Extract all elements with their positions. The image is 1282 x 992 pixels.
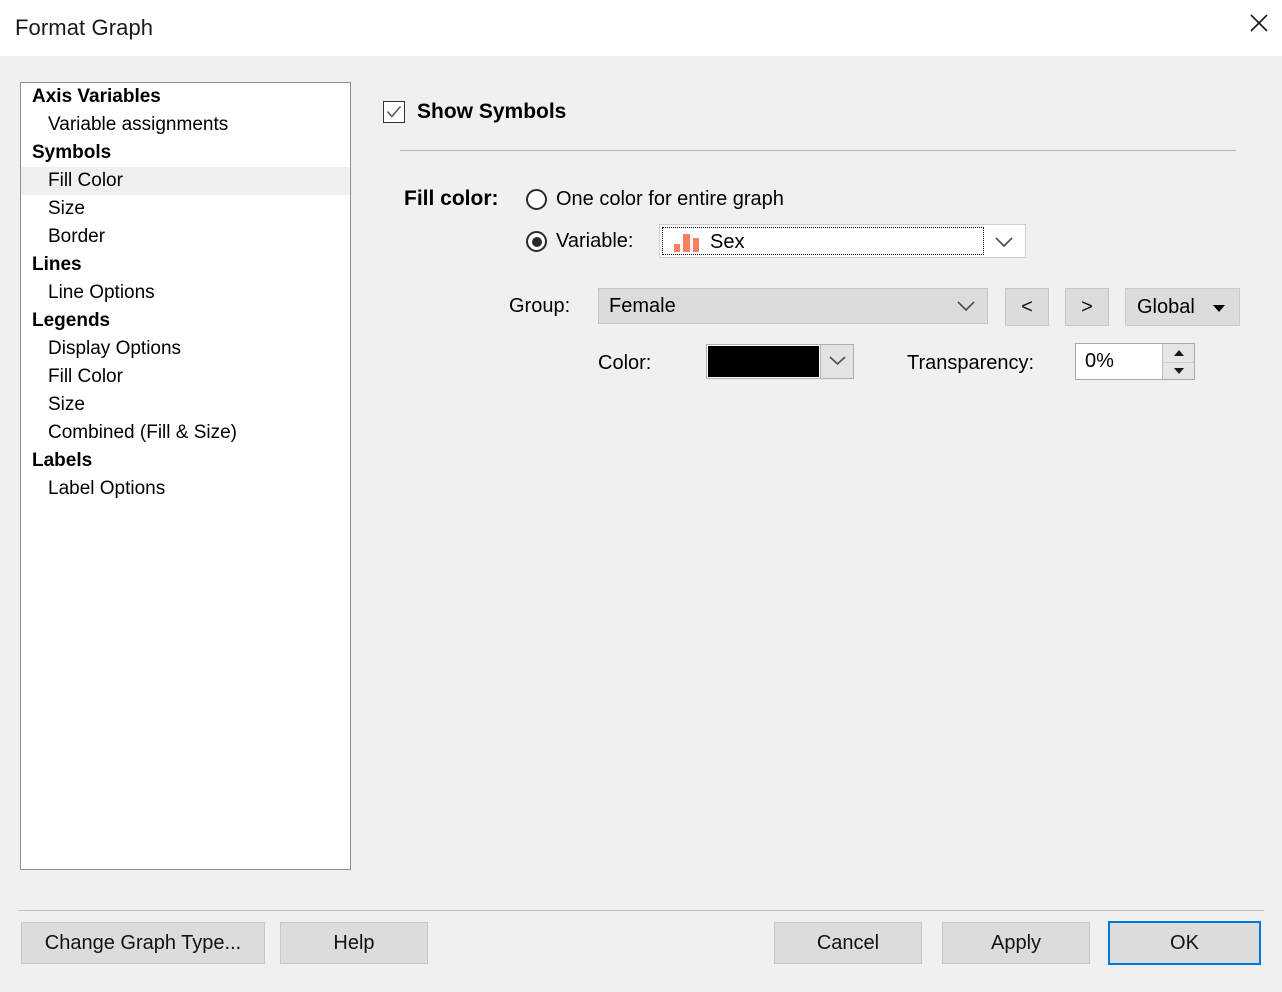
sidebar-item-combined-fill-size[interactable]: Combined (Fill & Size): [21, 419, 350, 447]
transparency-stepper[interactable]: 0%: [1075, 343, 1195, 380]
apply-button[interactable]: Apply: [942, 922, 1090, 964]
stepper-buttons: [1162, 344, 1194, 379]
triangle-down-icon: [1213, 305, 1225, 312]
show-symbols-row[interactable]: Show Symbols: [383, 100, 566, 124]
checkmark-icon: [386, 105, 402, 119]
radio-one-color-label: One color for entire graph: [556, 188, 784, 211]
radio-variable[interactable]: Variable:: [526, 230, 633, 253]
chevron-down-icon[interactable]: [993, 225, 1015, 259]
sidebar-item-border[interactable]: Border: [21, 223, 350, 251]
show-symbols-label: Show Symbols: [417, 100, 566, 124]
scope-dropdown[interactable]: Global: [1125, 288, 1240, 326]
next-group-button[interactable]: >: [1065, 288, 1109, 326]
sidebar-item-labels[interactable]: Labels: [21, 447, 350, 475]
radio-one-color-entire-graph[interactable]: One color for entire graph: [526, 188, 784, 211]
sidebar-item-display-options[interactable]: Display Options: [21, 335, 350, 363]
panel-divider: [400, 150, 1236, 151]
variable-dropdown[interactable]: Sex: [659, 224, 1026, 258]
close-icon: [1248, 12, 1270, 34]
radio-button-variable[interactable]: [526, 231, 547, 252]
radio-variable-label: Variable:: [556, 230, 633, 253]
page-title: Format Graph: [15, 14, 153, 42]
help-button[interactable]: Help: [280, 922, 428, 964]
sidebar-item-variable-assignments[interactable]: Variable assignments: [21, 111, 350, 139]
color-swatch[interactable]: [707, 345, 820, 378]
fill-color-label: Fill color:: [404, 187, 499, 211]
sidebar-item-legends[interactable]: Legends: [21, 307, 350, 335]
transparency-value[interactable]: 0%: [1076, 344, 1162, 379]
sidebar-item-fill-color[interactable]: Fill Color: [21, 167, 350, 195]
triangle-down-icon: [1174, 368, 1184, 374]
sidebar-item-line-options[interactable]: Line Options: [21, 279, 350, 307]
variable-value: Sex: [710, 225, 744, 259]
group-label: Group:: [509, 295, 570, 318]
radio-selected-dot: [532, 237, 542, 247]
scope-value: Global: [1137, 289, 1195, 325]
sidebar-item-lines[interactable]: Lines: [21, 251, 350, 279]
color-picker[interactable]: [706, 344, 854, 379]
transparency-label: Transparency:: [907, 352, 1034, 375]
radio-button-one-color[interactable]: [526, 189, 547, 210]
sidebar-item-label-options[interactable]: Label Options: [21, 475, 350, 503]
stepper-increase-button[interactable]: [1163, 344, 1194, 362]
close-button[interactable]: [1236, 0, 1282, 46]
sidebar-item-axis-variables[interactable]: Axis Variables: [21, 83, 350, 111]
group-value: Female: [609, 289, 676, 323]
stepper-decrease-button[interactable]: [1163, 362, 1194, 380]
previous-group-button[interactable]: <: [1005, 288, 1049, 326]
bar-chart-icon: [674, 233, 700, 252]
ok-button[interactable]: OK: [1108, 921, 1261, 965]
show-symbols-checkbox[interactable]: [383, 101, 405, 123]
chevron-down-icon[interactable]: [955, 289, 977, 323]
sidebar-item-symbols[interactable]: Symbols: [21, 139, 350, 167]
settings-panel: Show Symbols Fill color: One color for e…: [380, 82, 1260, 872]
title-bar: Format Graph: [0, 0, 1282, 56]
sidebar-item-size[interactable]: Size: [21, 391, 350, 419]
cancel-button[interactable]: Cancel: [774, 922, 922, 964]
triangle-up-icon: [1174, 350, 1184, 356]
change-graph-type-button[interactable]: Change Graph Type...: [21, 922, 265, 964]
group-dropdown[interactable]: Female: [598, 288, 988, 324]
sidebar-item-fill-color[interactable]: Fill Color: [21, 363, 350, 391]
footer-divider: [18, 910, 1264, 911]
color-dropdown-button[interactable]: [820, 345, 853, 378]
category-list[interactable]: Axis VariablesVariable assignmentsSymbol…: [20, 82, 351, 870]
sidebar-item-size[interactable]: Size: [21, 195, 350, 223]
chevron-down-icon: [829, 353, 846, 371]
color-label: Color:: [598, 352, 651, 375]
